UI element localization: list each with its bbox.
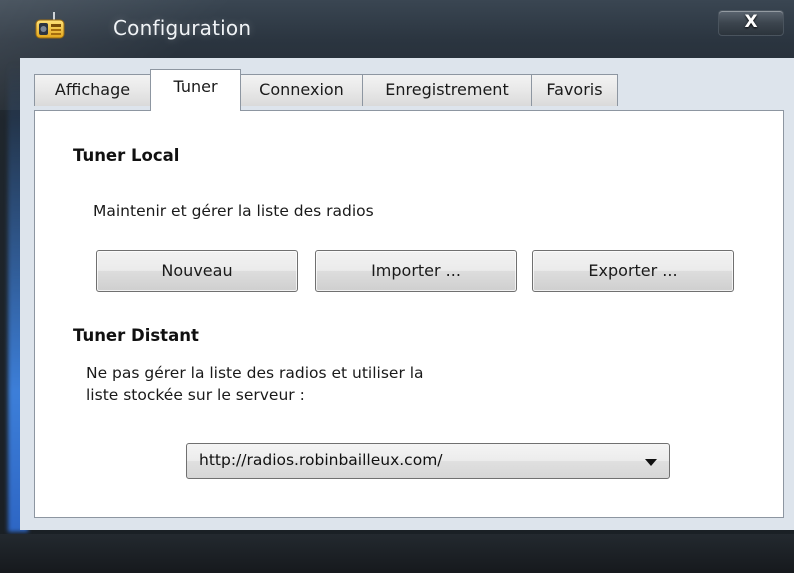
import-button[interactable]: Importer ... (315, 250, 517, 292)
window-title: Configuration (113, 16, 252, 40)
tab-connexion[interactable]: Connexion (240, 74, 363, 106)
title-bar[interactable]: Configuration X (0, 0, 794, 44)
tab-tuner[interactable]: Tuner (150, 69, 241, 111)
tab-enregistrement[interactable]: Enregistrement (362, 74, 532, 106)
configuration-window: Configuration X Affichage Tuner Connexio… (0, 0, 794, 573)
chevron-down-icon[interactable] (645, 459, 657, 466)
close-button[interactable]: X (718, 10, 784, 36)
server-url-value: http://radios.robinbailleux.com/ (199, 451, 443, 469)
tuner-local-description: Maintenir et gérer la liste des radios (93, 202, 374, 220)
tuner-distant-description-line1: Ne pas gérer la liste des radios et util… (86, 364, 424, 382)
export-button[interactable]: Exporter ... (532, 250, 734, 292)
tuner-local-heading: Tuner Local (73, 146, 180, 165)
tuner-distant-description-line2: liste stockée sur le serveur : (86, 386, 305, 404)
tuner-distant-heading: Tuner Distant (73, 326, 199, 345)
radio-app-icon (35, 12, 65, 39)
new-button[interactable]: Nouveau (96, 250, 298, 292)
close-icon: X (744, 12, 758, 32)
tab-affichage[interactable]: Affichage (34, 74, 151, 106)
tab-favoris[interactable]: Favoris (531, 74, 618, 106)
window-bottom-frame (0, 534, 794, 573)
server-url-select[interactable]: http://radios.robinbailleux.com/ (186, 443, 670, 479)
